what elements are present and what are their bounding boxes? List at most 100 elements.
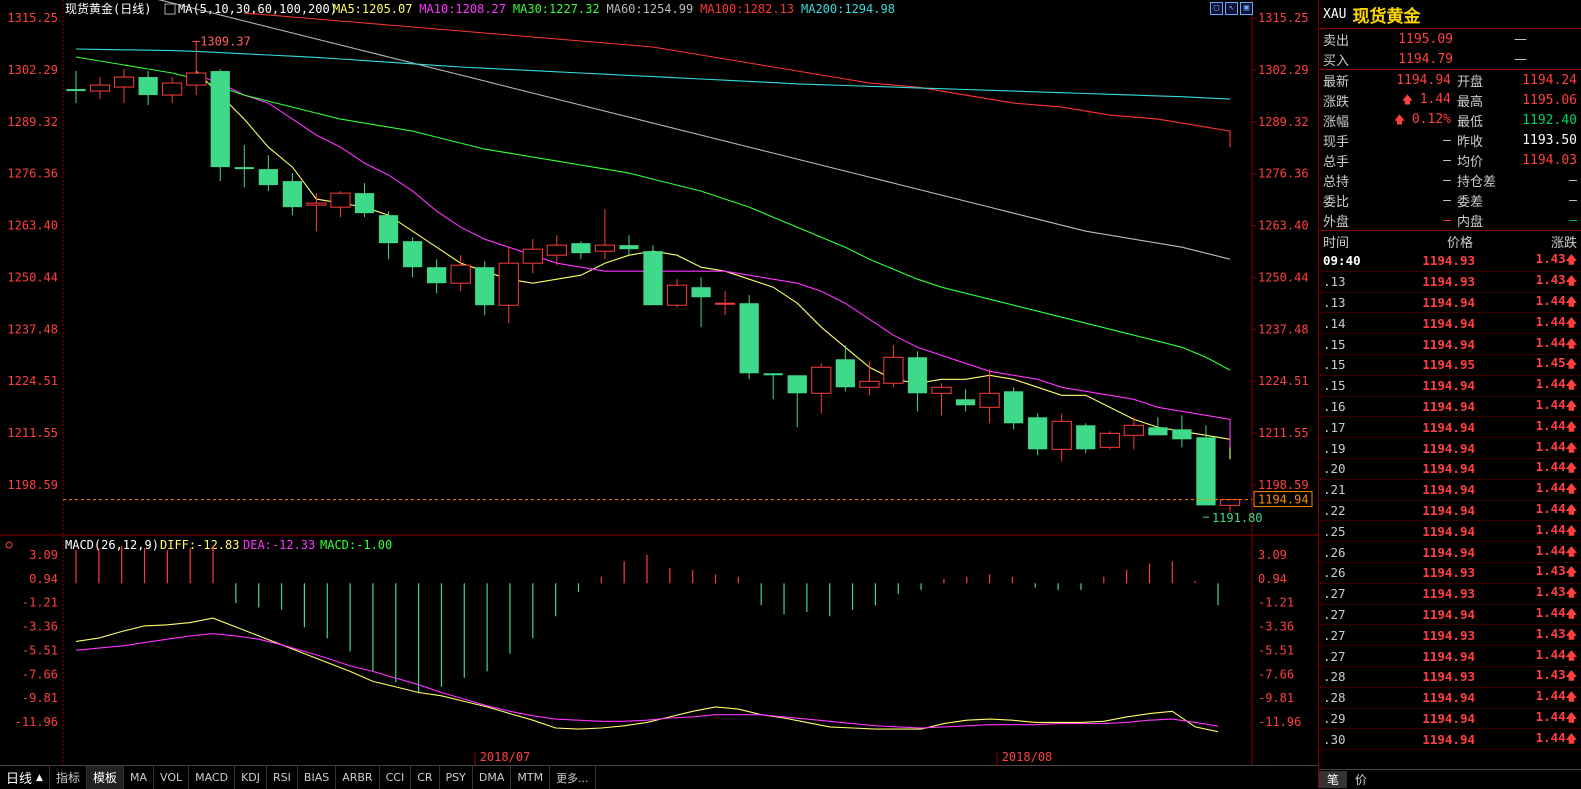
up-arrow-icon: 🡅	[1565, 523, 1577, 537]
up-arrow-icon: 🡅	[1565, 461, 1577, 475]
tick-change: 1.44🡅	[1475, 709, 1577, 728]
indicator-tab-7[interactable]: BIAS	[298, 766, 337, 789]
indicator-toolbar: 日线 ▲ 指标 模板 MA VOL MACD KDJ RSI BIAS ARBR CCI CR PSY D…	[0, 765, 1318, 789]
tick-change-text: 1.43	[1535, 251, 1566, 267]
indicator-tab-1[interactable]: 模板	[86, 766, 124, 789]
tab-price[interactable]: 价	[1347, 771, 1375, 788]
tick-change-text: 1.44	[1535, 313, 1566, 329]
macd-tick-right: -9.81	[1258, 691, 1294, 705]
tick-change: 1.44🡅	[1475, 459, 1577, 478]
tick-price: 1194.94	[1422, 648, 1475, 664]
tick-row: 09:40 1194.93 1.43🡅	[1319, 251, 1581, 272]
candle-body	[1123, 424, 1144, 436]
tick-tabs: 笔 价	[1319, 769, 1581, 788]
quote-value: 1194.94	[1369, 73, 1451, 88]
quote-label: 最新	[1323, 74, 1350, 90]
period-button[interactable]: 日线 ▲	[0, 766, 50, 789]
macd-tick-right: -3.36	[1258, 620, 1294, 634]
indicator-tab-12[interactable]: DMA	[473, 766, 512, 789]
indicator-tab-5[interactable]: KDJ	[235, 766, 268, 789]
up-arrow-icon: 🡅	[1565, 502, 1577, 516]
indicator-tab-14[interactable]: 更多...	[550, 766, 596, 789]
tick-row: .27 1194.94 1.44🡅	[1319, 605, 1581, 626]
up-arrow-icon: 🡅	[1565, 627, 1577, 641]
up-arrow-icon: 🡅	[1565, 253, 1577, 267]
tick-time: .17	[1323, 419, 1346, 435]
tick-price: 1194.94	[1422, 731, 1475, 747]
candle-body	[210, 71, 230, 168]
quote-value-text: —	[1443, 152, 1451, 168]
quote-value: —	[1369, 193, 1451, 208]
price-tick-right: 1289.32	[1258, 115, 1309, 129]
macd-tick-left: 0.94	[29, 572, 58, 586]
tick-row: .21 1194.94 1.44🡅	[1319, 480, 1581, 501]
tick-time: .26	[1323, 565, 1346, 581]
period-label: 日线	[6, 772, 33, 787]
indicator-tab-3[interactable]: VOL	[154, 766, 190, 789]
tick-change-text: 1.43	[1535, 272, 1566, 288]
indicator-tab-2[interactable]: MA	[124, 766, 154, 789]
tick-change: 1.43🡅	[1475, 667, 1577, 686]
candle-body	[330, 192, 351, 208]
quote-row: 最新 1194.94 开盘 1194.24	[1319, 70, 1581, 90]
tick-price: 1194.93	[1422, 274, 1475, 290]
candle-body	[1196, 437, 1216, 506]
candle-body	[619, 245, 639, 250]
tick-change: 1.44🡅	[1475, 501, 1577, 520]
tick-row: .22 1194.94 1.44🡅	[1319, 501, 1581, 522]
quote-label-2: 最低	[1457, 114, 1484, 130]
candle-body	[66, 89, 86, 92]
tick-price: 1194.94	[1422, 336, 1475, 352]
tick-change-header: 涨跌	[1550, 235, 1577, 251]
tick-price: 1194.93	[1422, 669, 1475, 685]
tick-time: .28	[1323, 690, 1346, 706]
tick-list[interactable]: 09:40 1194.93 1.43🡅 .13 1194.93 1.43🡅 .13 1194.…	[1319, 251, 1581, 751]
tick-time: .27	[1323, 648, 1346, 664]
tick-time: .21	[1323, 482, 1346, 498]
indicator-tab-6[interactable]: RSI	[267, 766, 298, 789]
tab-trades[interactable]: 笔	[1319, 770, 1348, 788]
tick-change: 1.44🡅	[1475, 376, 1577, 395]
indicator-tab-8[interactable]: ARBR	[336, 766, 380, 789]
tick-change: 1.45🡅	[1475, 355, 1577, 374]
tick-change: 1.44🡅	[1475, 314, 1577, 333]
quote-value: 🡅 0.12%	[1369, 111, 1451, 130]
tick-price: 1194.95	[1422, 357, 1475, 373]
indicator-tab-4[interactable]: MACD	[189, 766, 236, 789]
candle-body	[162, 82, 183, 96]
macd-tick-right: -7.66	[1258, 667, 1294, 681]
quote-label-2: 开盘	[1457, 74, 1484, 90]
indicator-tab-0[interactable]: 指标	[50, 766, 87, 789]
candle-body	[475, 267, 495, 306]
quote-value: 🡅 1.44	[1369, 91, 1451, 110]
restore-icon[interactable]: ▢	[1210, 2, 1223, 15]
candle-body	[715, 302, 736, 305]
maximize-icon[interactable]: ▣	[1240, 2, 1253, 15]
pointer-icon[interactable]: ↖	[1225, 2, 1238, 15]
indicator-tab-9[interactable]: CCI	[380, 766, 412, 789]
tick-price: 1194.94	[1422, 398, 1475, 414]
kline-chart[interactable]: 现货黄金(日线) MA(5,10,30,60,100,200) MA5:1205…	[0, 0, 1318, 765]
indicator-tab-11[interactable]: PSY	[440, 766, 473, 789]
tick-change: 1.44🡅	[1475, 293, 1577, 312]
indicator-tab-13[interactable]: MTM	[511, 766, 551, 789]
quote-value: —	[1369, 153, 1451, 168]
tick-time: .29	[1323, 710, 1346, 726]
candle-body	[1172, 429, 1192, 440]
tick-change-text: 1.45	[1535, 355, 1566, 371]
buy-price: 1194.79	[1398, 51, 1453, 67]
indicator-tabs: 指标 模板 MA VOL MACD KDJ RSI BIAS ARBR CCI CR PSY DMA MT…	[50, 766, 596, 789]
up-arrow-icon: 🡅	[1565, 357, 1577, 371]
indicator-tab-10[interactable]: CR	[411, 766, 440, 789]
macd-tick-left: -5.51	[22, 643, 58, 657]
tick-row: .28 1194.94 1.44🡅	[1319, 688, 1581, 709]
tick-row: .15 1194.95 1.45🡅	[1319, 355, 1581, 376]
tick-price: 1194.94	[1422, 482, 1475, 498]
quote-label: 涨幅	[1323, 114, 1350, 130]
kline-svg[interactable]: 现货黄金(日线) MA(5,10,30,60,100,200) MA5:1205…	[0, 0, 1318, 765]
macd-tick-right: -11.96	[1258, 715, 1301, 729]
candle-body	[1004, 391, 1024, 424]
macd-tick-left: -7.66	[22, 667, 58, 681]
tick-time: .16	[1323, 398, 1346, 414]
candle-body	[378, 215, 399, 244]
